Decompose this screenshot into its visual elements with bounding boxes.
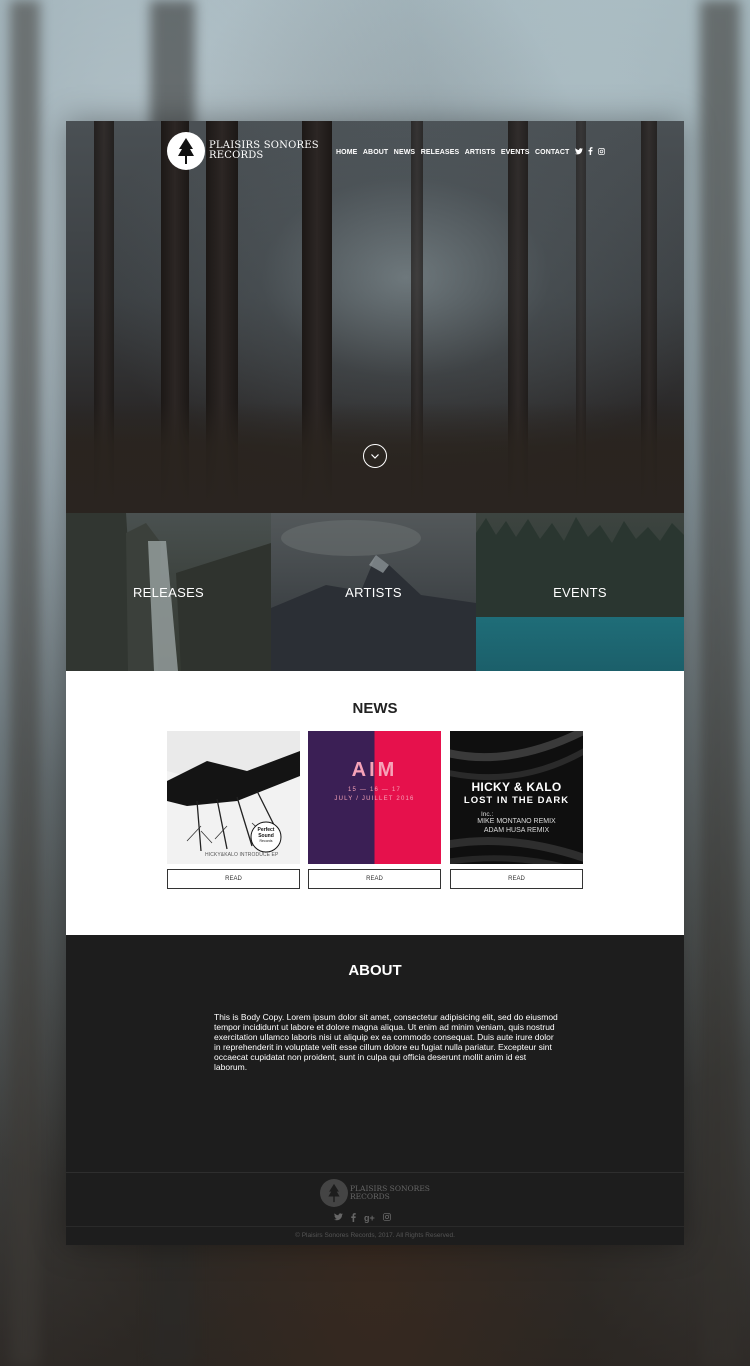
news-card: AIM 15 — 16 — 17 JULY / JUILLET 2016 REA…	[308, 731, 441, 889]
nav-about[interactable]: ABOUT	[363, 149, 388, 156]
read-button[interactable]: READ	[308, 869, 441, 889]
perfect-sound-badge: Perfect Sound Records	[251, 827, 281, 845]
footer-brand-name: PLAISIRS SONORES RECORDS	[350, 1185, 430, 1201]
hero-section: PLAISIRS SONORES RECORDS HOME ABOUT NEWS…	[66, 121, 684, 513]
news-title: NEWS	[352, 700, 398, 717]
tile-events-label: EVENTS	[553, 584, 607, 600]
cover-title-1: HICKY & KALO	[471, 780, 562, 794]
nav-events[interactable]: EVENTS	[501, 149, 530, 156]
site-logo[interactable]: PLAISIRS SONORES RECORDS	[167, 132, 319, 170]
news-card: Perfect Sound Records HICKY&KALO INTRODU…	[167, 731, 300, 889]
cover-inc: Inc.:	[481, 811, 494, 818]
twitter-icon[interactable]	[574, 147, 583, 157]
nav-releases[interactable]: RELEASES	[421, 149, 460, 156]
about-title: ABOUT	[348, 962, 402, 979]
about-body: This is Body Copy. Lorem ipsum dolor sit…	[214, 1012, 558, 1072]
tile-events[interactable]: EVENTS	[476, 513, 684, 671]
aim-month: JULY / JUILLET 2016	[334, 796, 415, 802]
google-plus-icon[interactable]: g+	[364, 1213, 375, 1224]
copyright-text: © Plaisirs Sonores Records, 2017. All Ri…	[295, 1232, 455, 1239]
tile-artists-label: ARTISTS	[345, 584, 402, 600]
cover-title-2: LOST IN THE DARK	[463, 795, 570, 806]
tile-releases-label: RELEASES	[132, 584, 205, 600]
facebook-icon[interactable]	[351, 1213, 356, 1224]
footer-divider	[66, 1226, 684, 1227]
background-trunk	[700, 0, 740, 1366]
nav-news[interactable]: NEWS	[394, 149, 415, 156]
news-section: NEWS Perfect Sound Records HICKY&KALO IN…	[66, 671, 684, 935]
nav-artists[interactable]: ARTISTS	[465, 149, 496, 156]
background-trunk	[10, 0, 40, 1366]
nav-home[interactable]: HOME	[336, 149, 357, 156]
tile-artists[interactable]: ARTISTS	[271, 513, 476, 671]
footer: PLAISIRS SONORES RECORDS g+ © Plaisirs S…	[66, 1172, 684, 1245]
cover-caption: HICKY&KALO INTRODUCE EP	[205, 852, 279, 858]
facebook-icon[interactable]	[588, 147, 593, 157]
album-cover[interactable]: HICKY & KALO LOST IN THE DARK Inc.: MIKE…	[450, 731, 583, 864]
scroll-down-button[interactable]	[363, 444, 387, 468]
news-card: HICKY & KALO LOST IN THE DARK Inc.: MIKE…	[450, 731, 583, 889]
footer-logo[interactable]: PLAISIRS SONORES RECORDS	[320, 1179, 430, 1207]
aim-dates: 15 — 16 — 17	[347, 787, 402, 793]
nav-contact[interactable]: CONTACT	[535, 149, 569, 156]
twitter-icon[interactable]	[334, 1213, 343, 1224]
cover-remix-1: MIKE MONTANO REMIX	[477, 818, 556, 825]
album-cover[interactable]: Perfect Sound Records HICKY&KALO INTRODU…	[167, 731, 300, 864]
instagram-icon[interactable]	[382, 1213, 391, 1224]
badge-line: Records	[259, 839, 273, 843]
website-page: PLAISIRS SONORES RECORDS HOME ABOUT NEWS…	[66, 121, 684, 1245]
read-button[interactable]: READ	[167, 869, 300, 889]
tile-releases[interactable]: RELEASES	[66, 513, 271, 671]
chevron-down-icon	[371, 453, 379, 459]
tree-logo-icon	[320, 1179, 348, 1207]
footer-brand-line2: RECORDS	[350, 1192, 390, 1201]
read-button[interactable]: READ	[450, 869, 583, 889]
album-cover[interactable]: AIM 15 — 16 — 17 JULY / JUILLET 2016	[308, 731, 441, 864]
category-tiles: RELEASES ARTISTS EVENTS	[66, 513, 684, 671]
about-section: ABOUT This is Body Copy. Lorem ipsum dol…	[66, 935, 684, 1172]
footer-social: g+	[334, 1213, 399, 1224]
instagram-icon[interactable]	[597, 147, 605, 157]
main-nav: HOME ABOUT NEWS RELEASES ARTISTS EVENTS …	[336, 147, 610, 157]
brand-name: PLAISIRS SONORES RECORDS	[209, 140, 319, 162]
aim-logo: AIM	[351, 759, 398, 781]
tree-logo-icon	[167, 132, 205, 170]
brand-name-line2: RECORDS	[209, 150, 264, 161]
cover-remix-2: ADAM HUSA REMIX	[483, 827, 550, 834]
